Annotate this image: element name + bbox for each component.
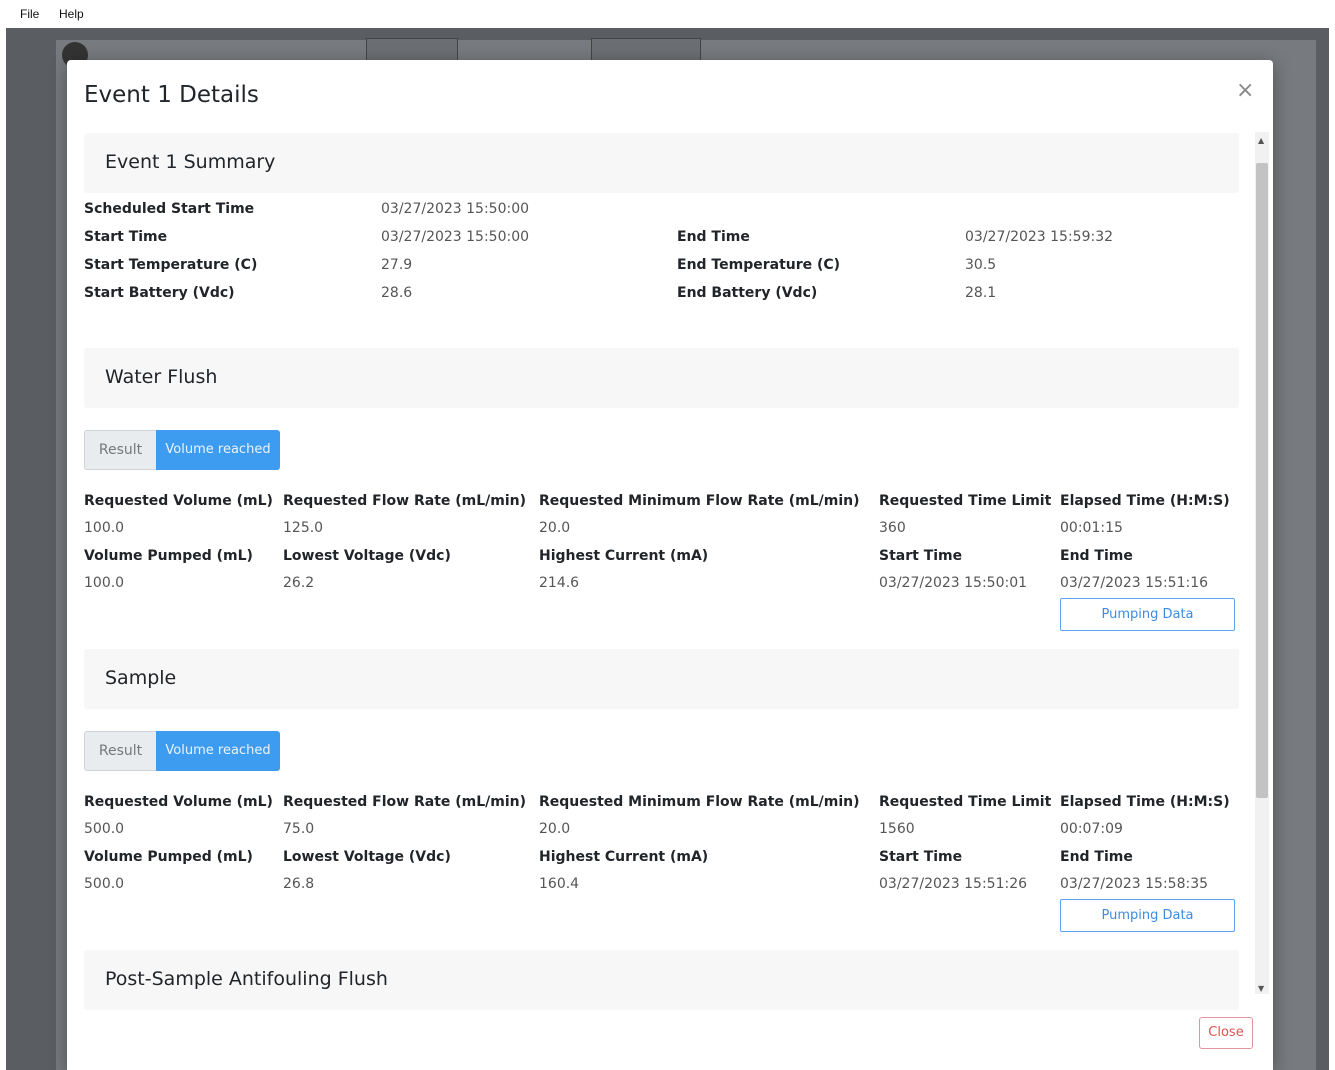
result-label: Result — [84, 430, 156, 470]
event-details-modal: Event 1 Details × ▲ ▼ Event 1 Summary Sc… — [67, 60, 1273, 1070]
scheduled-start-value: 03/27/2023 15:50:00 — [381, 201, 530, 217]
highest-current-value: 214.6 — [539, 575, 580, 591]
scheduled-start-label: Scheduled Start Time — [84, 201, 255, 217]
modal-title: Event 1 Details — [84, 82, 259, 108]
requested-min-flow-label: Requested Minimum Flow Rate (mL/min) — [539, 493, 860, 509]
requested-flow-label: Requested Flow Rate (mL/min) — [283, 493, 527, 509]
end-temp-value: 30.5 — [965, 257, 997, 273]
volume-pumped-label: Volume Pumped (mL) — [84, 548, 253, 564]
highest-current-value: 160.4 — [539, 876, 580, 892]
end-temp-label: End Temperature (C) — [677, 257, 841, 273]
menu-file[interactable]: File — [20, 7, 39, 21]
sample-section-header: Sample — [84, 649, 1239, 709]
requested-time-limit-value: 1560 — [879, 821, 915, 837]
requested-time-limit-label: Requested Time Limit — [879, 794, 1052, 810]
end-time-label: End Time — [1060, 849, 1133, 865]
start-battery-value: 28.6 — [381, 285, 413, 301]
summary-heading: Event 1 Summary — [105, 151, 276, 173]
scroll-down-icon[interactable]: ▼ — [1258, 984, 1264, 993]
requested-min-flow-value: 20.0 — [539, 821, 571, 837]
start-temp-value: 27.9 — [381, 257, 413, 273]
requested-time-limit-value: 360 — [879, 520, 906, 536]
requested-flow-value: 75.0 — [283, 821, 315, 837]
end-time-value: 03/27/2023 15:58:35 — [1060, 876, 1209, 892]
scroll-up-icon[interactable]: ▲ — [1258, 136, 1264, 145]
water-flush-pumping-data-button[interactable]: Pumping Data — [1060, 598, 1235, 631]
requested-min-flow-label: Requested Minimum Flow Rate (mL/min) — [539, 794, 860, 810]
volume-pumped-value: 100.0 — [84, 575, 125, 591]
post-sample-heading: Post-Sample Antifouling Flush — [105, 968, 388, 990]
requested-flow-label: Requested Flow Rate (mL/min) — [283, 794, 527, 810]
start-time-label: Start Time — [879, 548, 963, 564]
close-button[interactable]: Close — [1199, 1017, 1253, 1049]
highest-current-label: Highest Current (mA) — [539, 849, 709, 865]
lowest-voltage-value: 26.2 — [283, 575, 315, 591]
sample-result: Result Volume reached — [84, 731, 280, 771]
lowest-voltage-value: 26.8 — [283, 876, 315, 892]
volume-pumped-label: Volume Pumped (mL) — [84, 849, 253, 865]
requested-min-flow-value: 20.0 — [539, 520, 571, 536]
start-temp-label: Start Temperature (C) — [84, 257, 258, 273]
elapsed-time-value: 00:07:09 — [1060, 821, 1123, 837]
water-flush-heading: Water Flush — [105, 366, 218, 388]
post-sample-section-header: Post-Sample Antifouling Flush — [84, 950, 1239, 1010]
requested-flow-value: 125.0 — [283, 520, 324, 536]
water-flush-section-header: Water Flush — [84, 348, 1239, 408]
result-value: Volume reached — [156, 731, 280, 771]
result-value: Volume reached — [156, 430, 280, 470]
requested-volume-label: Requested Volume (mL) — [84, 794, 273, 810]
close-icon[interactable]: × — [1236, 78, 1254, 103]
water-flush-result: Result Volume reached — [84, 430, 280, 470]
requested-time-limit-label: Requested Time Limit — [879, 493, 1052, 509]
result-label: Result — [84, 731, 156, 771]
start-time-value: 03/27/2023 15:50:01 — [879, 575, 1028, 591]
summary-section-header: Event 1 Summary — [84, 133, 1239, 193]
requested-volume-value: 500.0 — [84, 821, 125, 837]
end-time-label: End Time — [677, 229, 750, 245]
menu-help[interactable]: Help — [59, 7, 84, 21]
requested-volume-value: 100.0 — [84, 520, 125, 536]
elapsed-time-value: 00:01:15 — [1060, 520, 1123, 536]
menu-bar: File Help — [0, 0, 1335, 28]
requested-volume-label: Requested Volume (mL) — [84, 493, 273, 509]
start-time-value: 03/27/2023 15:51:26 — [879, 876, 1028, 892]
scroll-thumb[interactable] — [1256, 163, 1268, 798]
start-time-label: Start Time — [84, 229, 168, 245]
highest-current-label: Highest Current (mA) — [539, 548, 709, 564]
start-time-value: 03/27/2023 15:50:00 — [381, 229, 530, 245]
sample-pumping-data-button[interactable]: Pumping Data — [1060, 899, 1235, 932]
end-time-value: 03/27/2023 15:51:16 — [1060, 575, 1209, 591]
end-time-value: 03/27/2023 15:59:32 — [965, 229, 1114, 245]
elapsed-time-label: Elapsed Time (H:M:S) — [1060, 794, 1230, 810]
lowest-voltage-label: Lowest Voltage (Vdc) — [283, 548, 451, 564]
lowest-voltage-label: Lowest Voltage (Vdc) — [283, 849, 451, 865]
start-battery-label: Start Battery (Vdc) — [84, 285, 235, 301]
sample-heading: Sample — [105, 667, 177, 689]
elapsed-time-label: Elapsed Time (H:M:S) — [1060, 493, 1230, 509]
end-battery-label: End Battery (Vdc) — [677, 285, 818, 301]
end-time-label: End Time — [1060, 548, 1133, 564]
volume-pumped-value: 500.0 — [84, 876, 125, 892]
start-time-label: Start Time — [879, 849, 963, 865]
end-battery-value: 28.1 — [965, 285, 997, 301]
modal-body: Event 1 Summary Scheduled Start Time 03/… — [67, 128, 1257, 1054]
